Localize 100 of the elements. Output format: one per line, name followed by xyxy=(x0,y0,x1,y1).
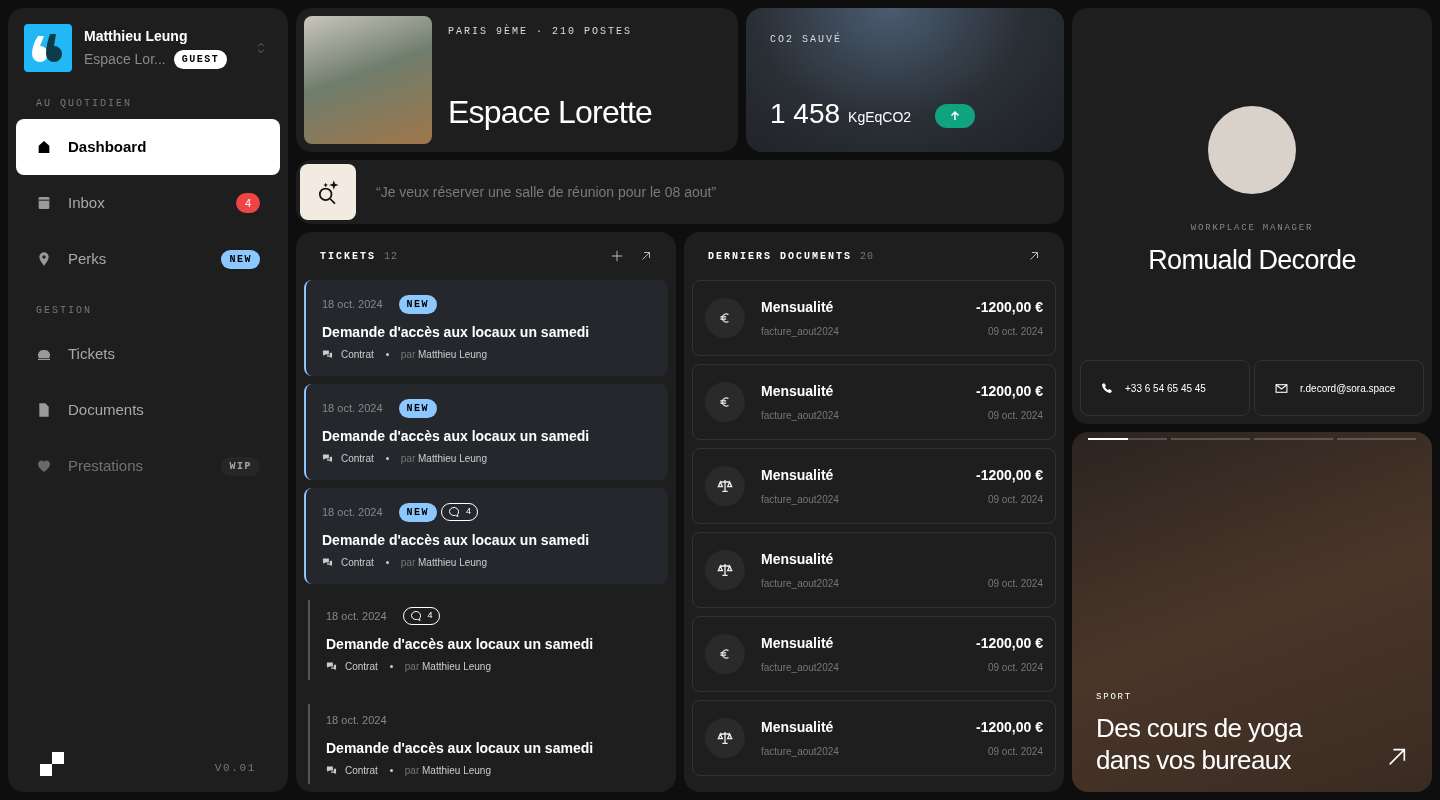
ticket-category: Contrat xyxy=(345,764,378,778)
status-badge: WIP xyxy=(221,456,260,476)
document-row[interactable]: Mensualité facture_aout2024 -1200,00 € 09 oct. 2024 xyxy=(692,448,1056,524)
arrow-up-right-icon xyxy=(1028,250,1040,262)
assistant-input[interactable]: “Je veux réserver une salle de réunion pour le 08 aout” xyxy=(376,181,1060,203)
ticket-date: 18 oct. 2024 xyxy=(322,296,383,312)
open-button[interactable] xyxy=(1028,250,1040,262)
panel-title: DERNIERS DOCUMENTS xyxy=(708,249,853,264)
scales-icon xyxy=(717,562,733,578)
ticket-date: 18 oct. 2024 xyxy=(322,504,383,520)
document-date: 09 oct. 2024 xyxy=(987,409,1043,423)
ticket-card[interactable]: 18 oct. 2024 4 Demande d'accès aux locaux un samedi Contrat par Matthieu Leung xyxy=(308,600,668,680)
trend-button[interactable] xyxy=(935,104,976,128)
ticket-category: Contrat xyxy=(341,556,374,570)
ticket-author: par Matthieu Leung xyxy=(400,348,487,362)
ticket-date: 18 oct. 2024 xyxy=(326,712,387,728)
home-icon xyxy=(36,139,52,155)
ticket-card[interactable]: 18 oct. 2024 NEW 4 Demande d'accès aux locaux un samedi Contrat par Matthieu Leung xyxy=(304,488,668,584)
speech-bubble-icon xyxy=(448,506,461,518)
document-amount: -1200,00 € xyxy=(976,298,1043,317)
document-amount: -1200,00 € xyxy=(976,466,1043,485)
ticket-author: par Matthieu Leung xyxy=(404,764,491,778)
envelope-icon xyxy=(1275,381,1288,395)
space-title: Espace Lorette xyxy=(448,93,653,132)
heart-icon xyxy=(36,458,52,474)
document-title: Mensualité xyxy=(761,466,835,485)
document-row[interactable]: Mensualité facture_aout2024 -1200,00 € 09 oct. 2024 xyxy=(692,364,1056,440)
ticket-author: par Matthieu Leung xyxy=(400,556,487,570)
document-filename: facture_aout2024 xyxy=(761,577,840,591)
ticket-card[interactable]: 18 oct. 2024 NEW Demande d'accès aux locaux un samedi Contrat par Matthieu Leung xyxy=(304,280,668,376)
add-button[interactable] xyxy=(610,249,624,263)
ai-search-button[interactable] xyxy=(300,164,356,220)
ticket-card[interactable]: 18 oct. 2024 NEW Demande d'accès aux locaux un samedi Contrat par Matthieu Leung xyxy=(304,384,668,480)
speech-bubble-icon xyxy=(409,610,422,622)
chat-bubbles-icon xyxy=(322,557,333,568)
ticket-date: 18 oct. 2024 xyxy=(326,608,387,624)
chat-bubbles-icon xyxy=(326,765,337,776)
document-date: 09 oct. 2024 xyxy=(987,325,1043,339)
status-badge: NEW xyxy=(398,398,438,418)
co2-unit: KgEqCO2 xyxy=(848,108,912,127)
document-amount: -1200,00 € xyxy=(976,634,1043,653)
open-button[interactable] xyxy=(640,250,652,262)
document-filename: facture_aout2024 xyxy=(761,661,840,675)
document-title: Mensualité xyxy=(761,718,835,737)
chat-bubbles-icon xyxy=(322,453,333,464)
ticket-title: Demande d'accès aux locaux un samedi xyxy=(326,739,595,758)
promo-card[interactable]: SPORT Des cours de yoga dans vos bureaux xyxy=(1072,432,1432,792)
arrow-up-right-icon xyxy=(640,250,652,262)
document-date: 09 oct. 2024 xyxy=(987,493,1043,507)
document-amount: -1200,00 € xyxy=(976,382,1043,401)
manager-name: Romuald Decorde xyxy=(1148,243,1356,277)
nav-item[interactable]: Tickets xyxy=(16,326,280,382)
document-row[interactable]: Mensualité facture_aout2024 -1200,00 € 09 oct. 2024 xyxy=(692,700,1056,776)
manager-role: WORKPLACE MANAGER xyxy=(1190,222,1314,235)
scales-icon xyxy=(717,478,733,494)
co2-label: CO2 SAUVÉ xyxy=(770,32,843,47)
nav-item[interactable]: Dashboard xyxy=(16,119,280,175)
count-badge: 4 xyxy=(236,193,260,213)
promo-title: Des cours de yoga dans vos bureaux xyxy=(1096,712,1304,776)
document-title: Mensualité xyxy=(761,298,835,317)
document-amount: -1200,00 € xyxy=(976,718,1043,737)
document-title: Mensualité xyxy=(761,382,835,401)
document-filename: facture_aout2024 xyxy=(761,493,840,507)
ticket-author: par Matthieu Leung xyxy=(404,660,491,674)
document-row[interactable]: Mensualité facture_aout2024 09 oct. 2024 xyxy=(692,532,1056,608)
ticket-category: Contrat xyxy=(341,348,374,362)
document-filename: facture_aout2024 xyxy=(761,745,840,759)
scales-icon xyxy=(717,730,733,746)
arrow-up-icon xyxy=(949,110,962,122)
ticket-title: Demande d'accès aux locaux un samedi xyxy=(322,323,591,342)
ticket-card[interactable]: 18 oct. 2024 Demande d'accès aux locaux un samedi Contrat par Matthieu Leung xyxy=(308,704,668,784)
arrow-up-right-icon xyxy=(1386,746,1408,768)
nav-item[interactable]: Inbox 4 xyxy=(16,175,280,231)
ticket-author: par Matthieu Leung xyxy=(400,452,487,466)
document-date: 09 oct. 2024 xyxy=(987,577,1043,591)
app-logo-icon xyxy=(24,24,72,72)
phone-icon xyxy=(1101,382,1113,394)
document-row[interactable]: Mensualité facture_aout2024 -1200,00 € 09 oct. 2024 xyxy=(692,616,1056,692)
status-badge: NEW xyxy=(221,249,260,269)
chat-bubbles-icon xyxy=(326,661,337,672)
document-title: Mensualité xyxy=(761,634,835,653)
ticket-date: 18 oct. 2024 xyxy=(322,400,383,416)
assistant-field[interactable]: “Je veux réserver une salle de réunion pour le 08 aout” xyxy=(296,160,1064,224)
location-pin-icon xyxy=(36,251,52,267)
document-row[interactable]: Mensualité facture_aout2024 -1200,00 € 09 oct. 2024 xyxy=(692,280,1056,356)
chat-bubbles-icon xyxy=(322,349,333,360)
co2-value: 1 458 xyxy=(770,100,841,128)
document-filename: facture_aout2024 xyxy=(761,409,840,423)
email-button[interactable]: r.decord@sora.space xyxy=(1254,360,1424,416)
document-date: 09 oct. 2024 xyxy=(987,661,1043,675)
section-label: AU QUOTIDIEN xyxy=(35,97,133,111)
item-count: 12 xyxy=(384,249,399,264)
panel-title: TICKETS xyxy=(320,249,376,264)
nav-item[interactable]: Documents xyxy=(16,382,280,438)
nav-item[interactable]: Perks NEW xyxy=(16,231,280,287)
phone-button[interactable]: +33 6 54 65 45 45 xyxy=(1080,360,1250,416)
promo-category: SPORT xyxy=(1096,690,1133,704)
version-label: V0.01 xyxy=(214,760,256,776)
status-badge: NEW xyxy=(398,294,438,314)
tray-icon xyxy=(36,195,52,211)
